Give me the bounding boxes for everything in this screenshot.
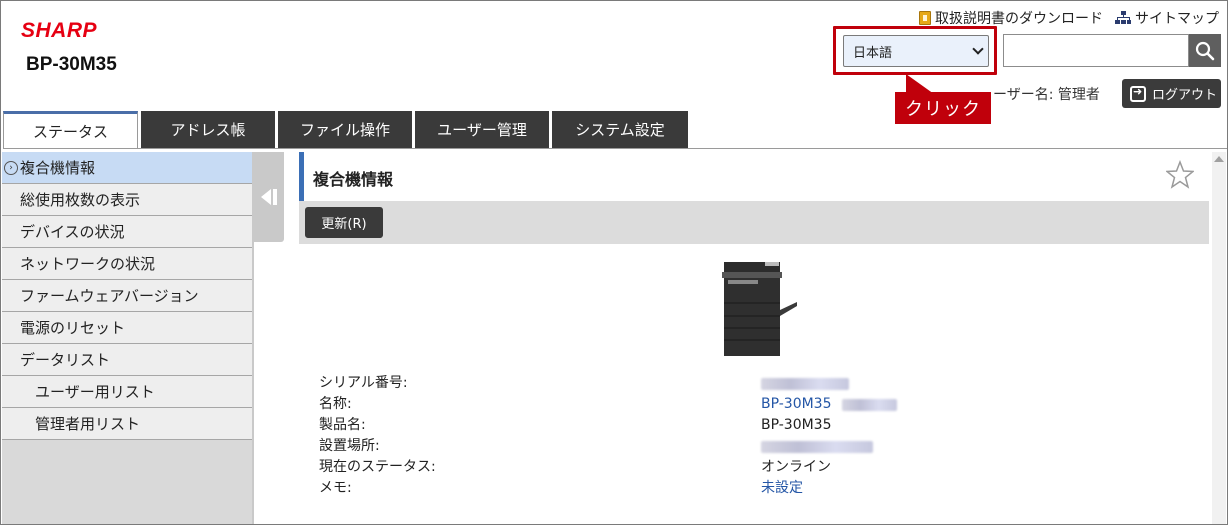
page-header [299, 152, 1211, 201]
logout-button[interactable]: ログアウト [1122, 79, 1221, 108]
click-callout: クリック [895, 92, 991, 124]
current-status-value: オンライン [761, 459, 831, 475]
tab-address-book[interactable]: アドレス帳 [141, 111, 275, 148]
sidebar-item-label: ファームウェアバージョン [20, 287, 199, 305]
sidebar-item-label: 総使用枚数の表示 [20, 191, 141, 209]
table-row: メモ: 未設定 [319, 478, 897, 499]
serial-number-label: シリアル番号: [319, 375, 408, 391]
collapse-left-icon [260, 189, 277, 205]
top-links: 取扱説明書のダウンロード サイトマップ [919, 8, 1219, 28]
sidebar-collapse-handle[interactable] [253, 152, 284, 242]
sidebar-item-label: 電源のリセット [20, 319, 126, 337]
language-selected-value: 日本語 [853, 45, 893, 61]
toolbar [299, 201, 1209, 244]
sidebar-item-firmware-version[interactable]: ファームウェアバージョン [2, 280, 252, 312]
logout-icon [1130, 85, 1146, 102]
name-value: BP-30M35 [761, 396, 832, 412]
star-icon[interactable] [1166, 160, 1194, 190]
language-select[interactable]: 日本語 [843, 35, 989, 67]
table-row: 製品名: BP-30M35 [319, 415, 897, 436]
tab-user-management[interactable]: ユーザー管理 [415, 111, 549, 148]
sidebar-item-power-reset[interactable]: 電源のリセット [2, 312, 252, 344]
sidebar-item-label: 管理者用リスト [35, 415, 141, 433]
main-tabs: ステータス アドレス帳 ファイル操作 ユーザー管理 システム設定 [3, 111, 688, 149]
sitemap-label: サイトマップ [1135, 11, 1219, 27]
sidebar: › 複合機情報 総使用枚数の表示 デバイスの状況 ネットワークの状況 ファームウ… [2, 152, 252, 524]
sharp-logo: SHARP [21, 19, 98, 42]
scrollbar[interactable] [1212, 152, 1226, 524]
chevron-right-icon: › [4, 160, 18, 175]
table-row: 現在のステータス: オンライン [319, 457, 897, 478]
search-icon [1195, 41, 1215, 60]
chevron-down-icon [972, 43, 984, 55]
table-row: 設置場所: [319, 436, 897, 457]
product-name-value: BP-30M35 [761, 417, 832, 433]
sidebar-item-network-status[interactable]: ネットワークの状況 [2, 248, 252, 280]
name-value-link[interactable]: BP-30M35 [761, 394, 897, 415]
location-value[interactable] [761, 436, 873, 457]
printer-image [722, 262, 797, 356]
page-title: 複合機情報 [313, 170, 394, 189]
search-input[interactable] [1003, 34, 1189, 67]
manual-icon [919, 11, 931, 25]
memo-label: メモ: [319, 480, 352, 496]
sidebar-item-user-list[interactable]: ユーザー用リスト [2, 376, 252, 408]
sidebar-item-label: デバイスの状況 [20, 223, 125, 241]
name-label: 名称: [319, 396, 352, 412]
app-window: SHARP BP-30M35 取扱説明書のダウンロード サイトマップ 日本語 ク… [0, 0, 1228, 525]
device-info-table: シリアル番号: 名称: BP-30M35 製品名: BP-30M35 設置場所:… [319, 373, 897, 499]
sidebar-item-label: 複合機情報 [20, 159, 96, 177]
sidebar-item-label: データリスト [20, 351, 111, 369]
logout-label: ログアウト [1152, 88, 1218, 103]
model-name: BP-30M35 [26, 54, 117, 75]
table-row: シリアル番号: [319, 373, 897, 394]
table-row: 名称: BP-30M35 [319, 394, 897, 415]
tab-system-settings[interactable]: システム設定 [552, 111, 688, 148]
sidebar-item-label: ネットワークの状況 [20, 255, 156, 273]
sidebar-item-admin-list[interactable]: 管理者用リスト [2, 408, 252, 440]
sidebar-item-device-info[interactable]: › 複合機情報 [2, 152, 252, 184]
tab-status[interactable]: ステータス [3, 111, 138, 149]
current-status-label: 現在のステータス: [319, 459, 436, 475]
sitemap-link[interactable]: サイトマップ [1115, 8, 1219, 28]
tab-file-operations[interactable]: ファイル操作 [278, 111, 412, 148]
sitemap-icon [1115, 11, 1131, 25]
location-label: 設置場所: [319, 438, 380, 454]
tab-divider [3, 148, 1227, 149]
serial-number-value [761, 373, 849, 394]
sidebar-item-label: ユーザー用リスト [35, 383, 155, 401]
memo-value-link[interactable]: 未設定 [761, 478, 803, 499]
refresh-button[interactable]: 更新(R) [305, 207, 383, 238]
search-button[interactable] [1189, 34, 1221, 67]
product-name-label: 製品名: [319, 417, 366, 433]
callout-pointer [891, 74, 935, 94]
manual-download-label: 取扱説明書のダウンロード [935, 11, 1103, 27]
user-name-label: ーザー名: 管理者 [993, 87, 1100, 103]
sidebar-item-data-list[interactable]: データリスト [2, 344, 252, 376]
manual-download-link[interactable]: 取扱説明書のダウンロード [919, 8, 1103, 28]
sidebar-item-device-status[interactable]: デバイスの状況 [2, 216, 252, 248]
scroll-up-arrow-icon[interactable] [1214, 156, 1224, 162]
sidebar-item-usage-count[interactable]: 総使用枚数の表示 [2, 184, 252, 216]
